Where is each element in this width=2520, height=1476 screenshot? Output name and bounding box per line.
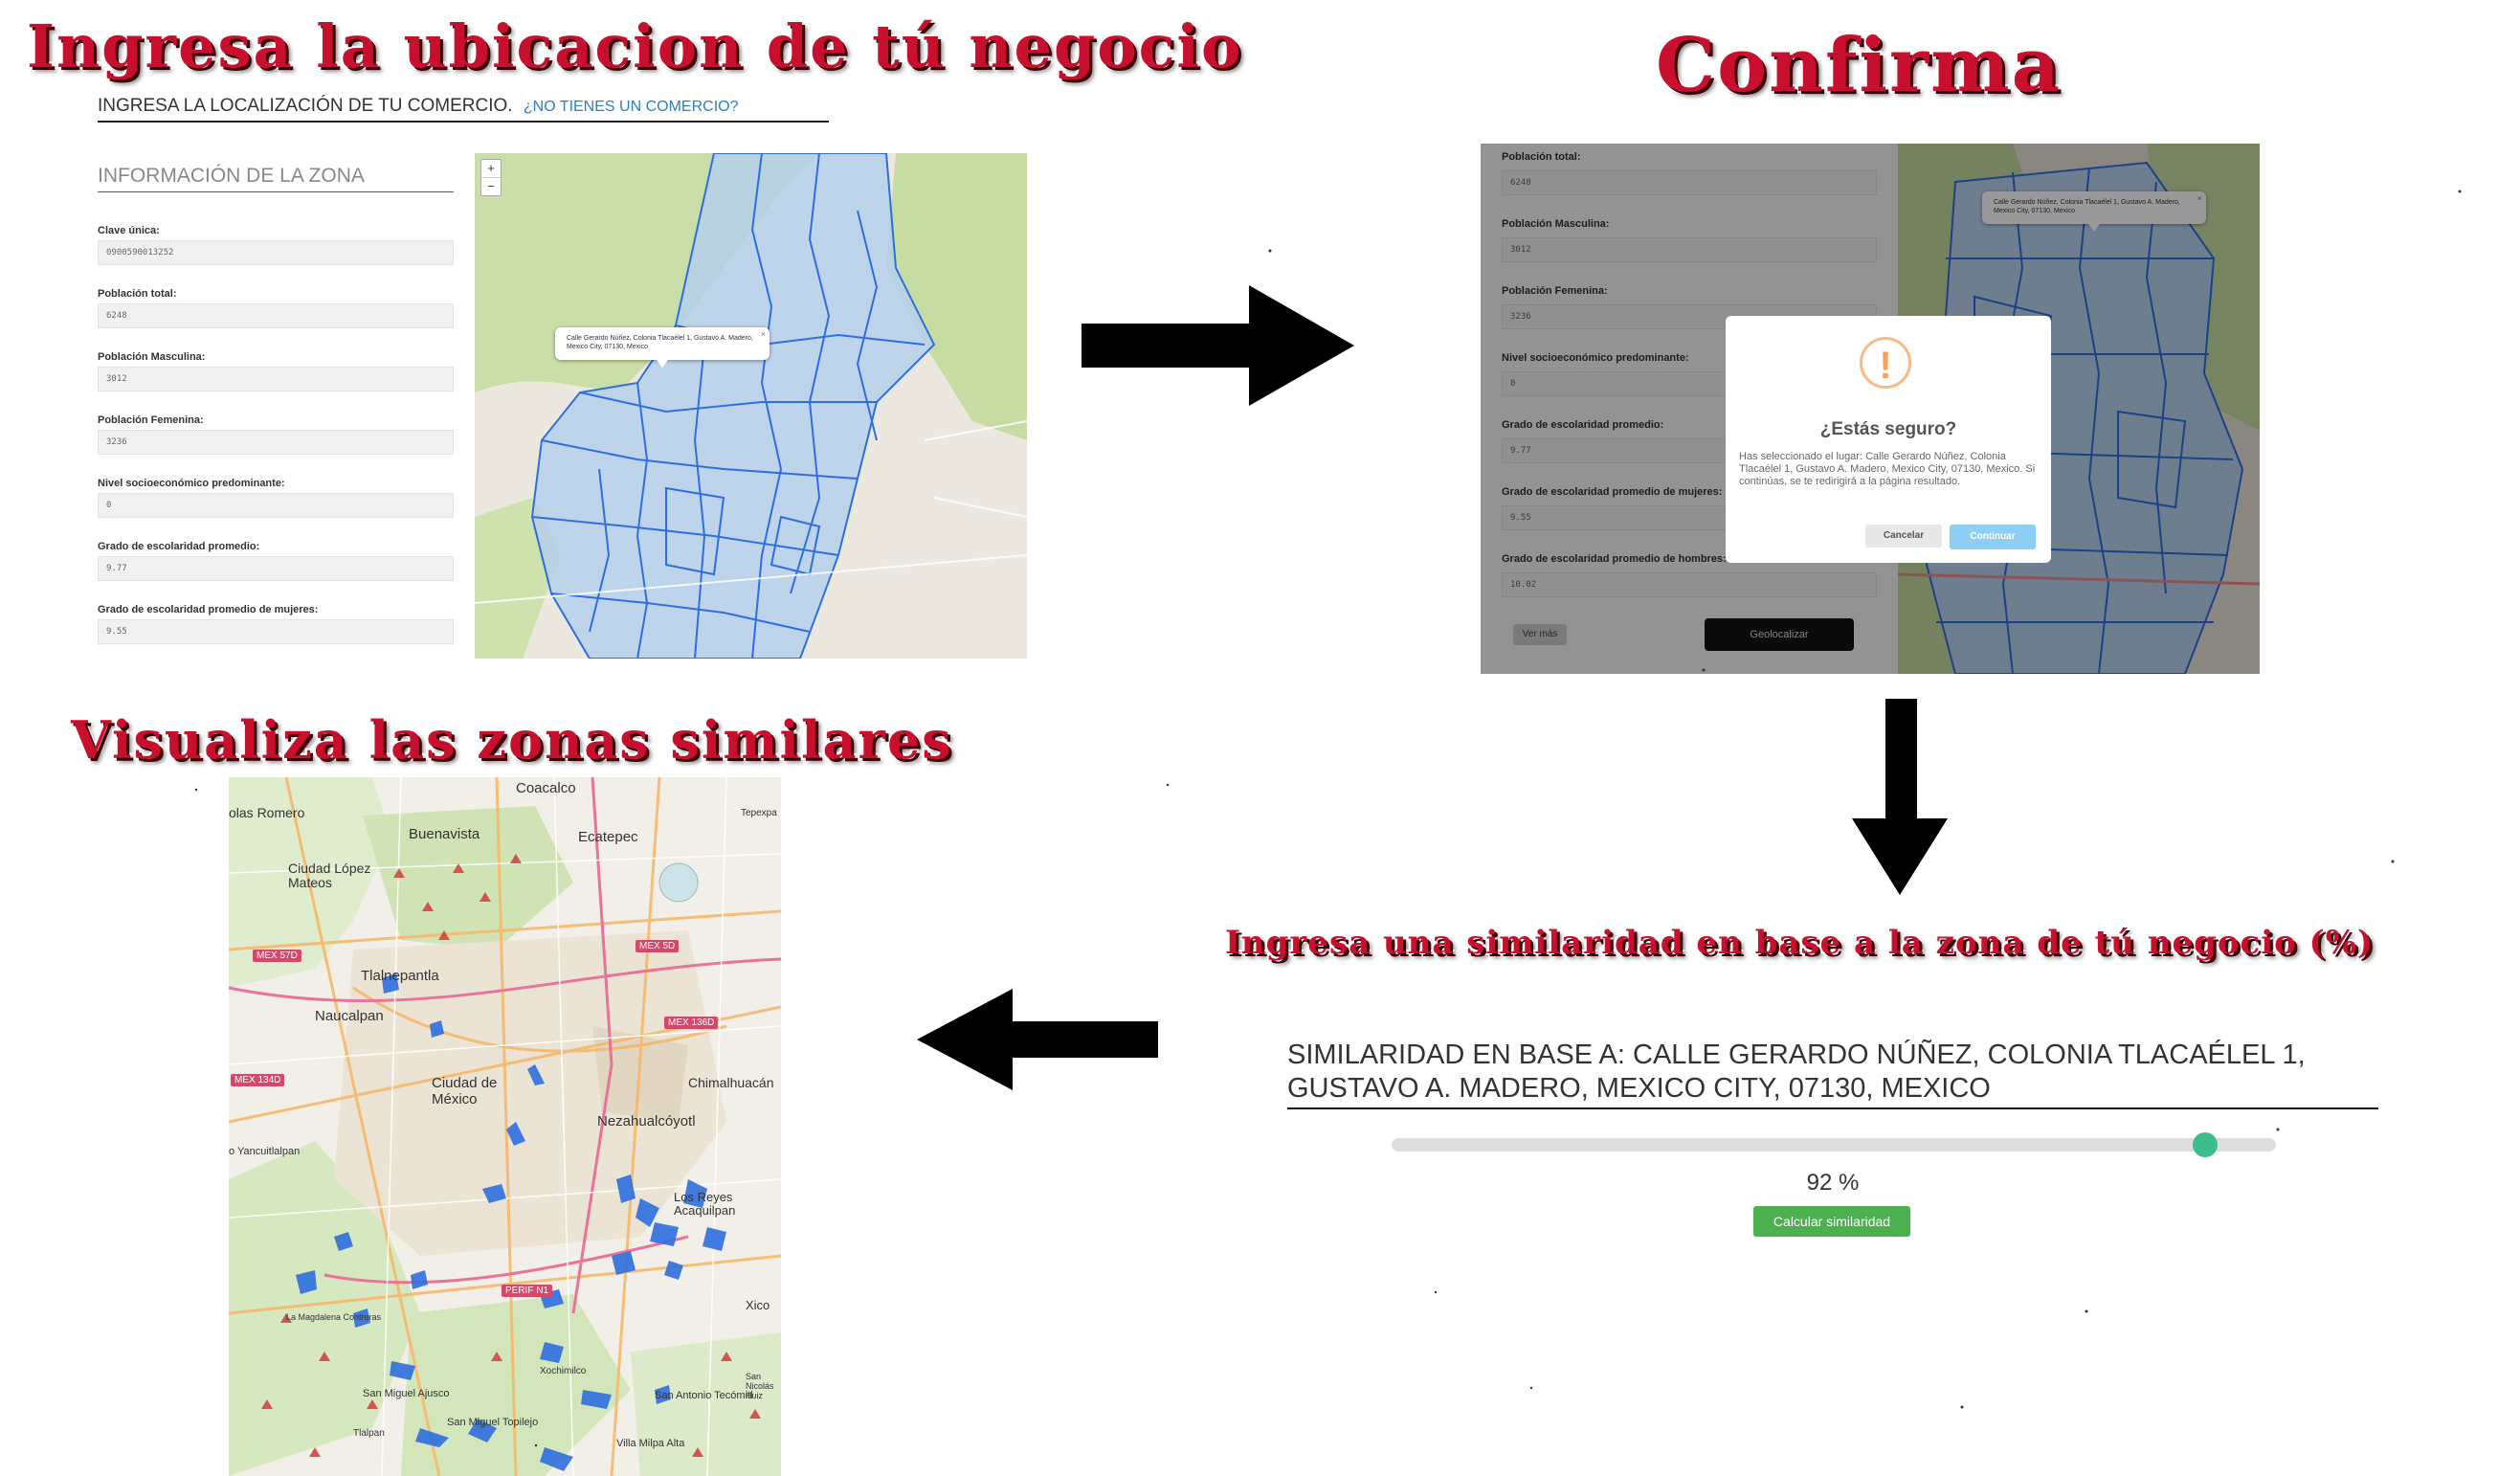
map-place-label: Nezahualcóyotl (597, 1113, 696, 1129)
map-place-label: o Yancuitlalpan (229, 1146, 301, 1157)
location-map-tiles (475, 153, 1027, 659)
map-place-label: Buenavista (409, 826, 480, 842)
map-place-label: Xochimilco (540, 1366, 587, 1376)
calculate-similarity-button[interactable]: Calcular similaridad (1753, 1206, 1910, 1237)
map-place-label: Tepexpa (741, 808, 777, 818)
map-place-label: Xico (746, 1298, 770, 1312)
no-business-link[interactable]: ¿NO TIENES UN COMERCIO? (524, 99, 739, 115)
zoom-in-button[interactable]: + (481, 160, 501, 177)
field-value: 9.77 (98, 556, 454, 581)
arrow-right-icon (1082, 285, 1354, 406)
map-place-label: Ecatepec (578, 829, 638, 845)
field-value: 0 (98, 493, 454, 518)
field-value: 3012 (98, 367, 454, 391)
dialog-text: Has seleccionado el lugar: Calle Gerardo… (1739, 451, 2036, 488)
zoom-control: + − (480, 159, 502, 196)
arrow-left-icon (917, 989, 1158, 1090)
map-place-label: San Miguel Ajusco (363, 1388, 450, 1399)
map-popup: × Calle Gerardo Núñez, Colonia Tlacaélel… (555, 327, 769, 367)
road-sign: MEX 136D (664, 1017, 719, 1029)
map-place-label: San Antonio Tecómitl (655, 1390, 753, 1401)
arrow-down-icon (1852, 699, 1948, 895)
step3-title: Ingresa una similaridad en base a la zon… (1225, 924, 2375, 962)
field-label: Nivel socioeconómico predominante: (98, 478, 285, 489)
map-place-label: Coacalco (516, 780, 576, 796)
map-place-label: Villa Milpa Alta (616, 1438, 685, 1449)
field-label: Población total: (98, 288, 177, 300)
dialog-title: ¿Estás seguro? (1819, 419, 1957, 439)
field-label: Grado de escolaridad promedio de mujeres… (98, 604, 319, 615)
map-place-label: Tlalnepantla (361, 968, 439, 984)
map-place-label: olas Romero (229, 805, 305, 820)
road-sign: PERIF N1 (502, 1285, 553, 1297)
road-sign: MEX 5D (636, 940, 680, 952)
map-place-label: San Nicolás Huiz (746, 1372, 774, 1400)
warning-icon: ! (1860, 337, 1911, 389)
field-value: 3236 (98, 430, 454, 455)
similarity-percent: 92 % (1806, 1170, 1860, 1196)
field-label: Población Femenina: (98, 414, 204, 426)
map-place-label: Naucalpan (315, 1008, 384, 1024)
step4-title: Visualiza las zonas similares (71, 709, 953, 771)
map-place-label: La Magdalena Contreras (286, 1312, 382, 1322)
field-label: Grado de escolaridad promedio: (98, 541, 260, 552)
field-value: 9.55 (98, 619, 454, 644)
field-value: 0900590013252 (98, 240, 454, 265)
map-place-label: Chimalhuacán (688, 1075, 774, 1090)
zoom-out-button[interactable]: − (481, 177, 501, 195)
slider-handle[interactable] (2193, 1132, 2219, 1157)
location-heading: INGRESA LA LOCALIZACIÓN DE TU COMERCIO. … (98, 96, 829, 123)
map-place-label: Ciudad López Mateos (288, 861, 371, 891)
map-place-label: San Miguel Topilejo (447, 1417, 539, 1428)
continue-button[interactable]: Continuar (1950, 525, 2036, 549)
location-map[interactable]: + − × Calle Gerardo Núñez, Colonia Tlaca… (475, 153, 1027, 659)
field-label: Población Masculina: (98, 351, 206, 363)
road-sign: MEX 57D (253, 950, 301, 962)
map-place-label: Los Reyes Acaquilpan (674, 1190, 736, 1219)
road-sign: MEX 134D (231, 1074, 285, 1086)
location-heading-text: INGRESA LA LOCALIZACIÓN DE TU COMERCIO. (98, 96, 513, 116)
zone-info-title: INFORMACIÓN DE LA ZONA (98, 165, 454, 192)
map-place-label: Tlalpan (353, 1428, 385, 1439)
similarity-slider[interactable] (1392, 1132, 2276, 1157)
confirm-panel: Población total: 6248 Población Masculina:… (1481, 144, 2260, 674)
confirm-dialog: ! ¿Estás seguro? Has seleccionado el lug… (1726, 316, 2051, 563)
similar-zones-map[interactable]: Coacalco Tepexpa olas Romero Buenavista Ecat… (229, 777, 781, 1476)
field-label: Clave única: (98, 225, 160, 236)
popup-close-icon[interactable]: × (761, 329, 766, 340)
cancel-button[interactable]: Cancelar (1865, 525, 1942, 548)
step2-title: Confirma (1656, 22, 2063, 109)
step1-title: Ingresa la ubicacion de tú negocio (27, 11, 1243, 81)
field-value: 6248 (98, 303, 454, 328)
popup-address: Calle Gerardo Núñez, Colonia Tlacaélel 1… (567, 335, 753, 350)
similarity-title: SIMILARIDAD EN BASE A: CALLE GERARDO NÚÑ… (1287, 1039, 2378, 1109)
map-place-label: Ciudad de México (432, 1075, 498, 1107)
